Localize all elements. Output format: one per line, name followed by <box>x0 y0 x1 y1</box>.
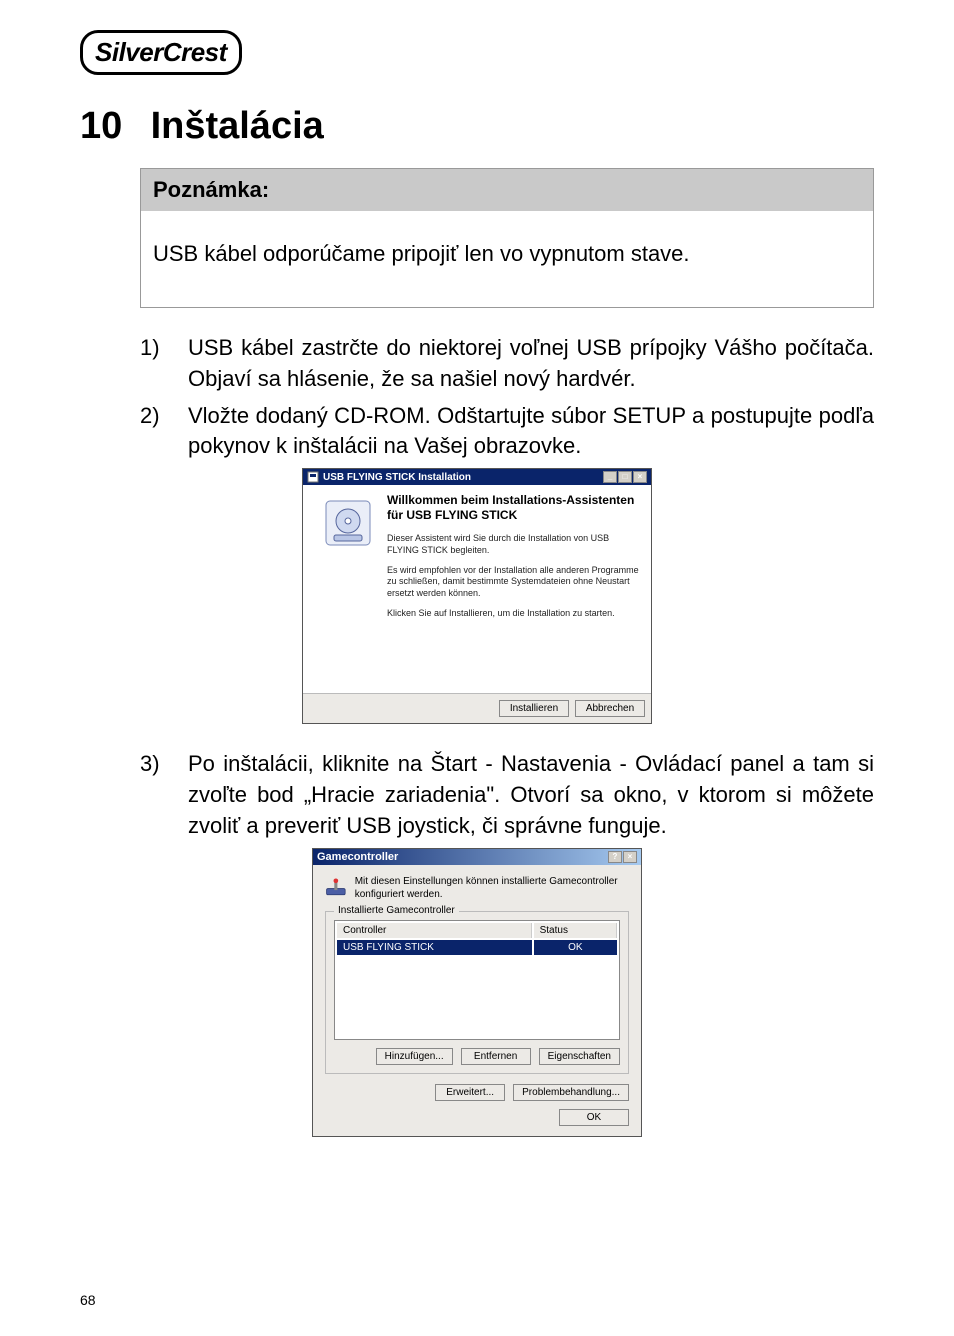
installer-footer: Installieren Abbrechen <box>303 693 651 723</box>
brand-logo: SilverCrest <box>80 30 242 75</box>
ordered-list: 3) Po inštalácii, kliknite na Štart - Na… <box>140 749 874 841</box>
cancel-button[interactable]: Abbrechen <box>575 700 645 717</box>
add-button[interactable]: Hinzufügen... <box>376 1048 453 1065</box>
controllers-fieldset: Installierte Gamecontroller Controller S… <box>325 911 629 1074</box>
installer-paragraph: Dieser Assistent wird Sie durch die Inst… <box>387 533 641 556</box>
screenshot-container: Gamecontroller ? × Mit diesen Einstellun… <box>80 848 874 1137</box>
installer-paragraph: Es wird empfohlen vor der Installation a… <box>387 565 641 600</box>
list-text: Vložte dodaný CD-ROM. Odštartujte súbor … <box>188 401 874 463</box>
table-spacer <box>337 957 617 1037</box>
list-marker: 2) <box>140 401 188 463</box>
gamecontroller-titlebar: Gamecontroller ? × <box>313 849 641 865</box>
installer-body: Willkommen beim Installations-Assistente… <box>303 485 651 693</box>
installer-dialog: USB FLYING STICK Installation _ □ × <box>302 468 652 724</box>
gamecontroller-description: Mit diesen Einstellungen können installi… <box>325 875 629 901</box>
screenshot-container: USB FLYING STICK Installation _ □ × <box>80 468 874 724</box>
list-item: 2) Vložte dodaný CD-ROM. Odštartujte súb… <box>140 401 874 463</box>
installer-paragraph: Klicken Sie auf Installieren, um die Ins… <box>387 608 641 620</box>
installer-content: Willkommen beim Installations-Assistente… <box>387 493 641 687</box>
troubleshoot-button[interactable]: Problembehandlung... <box>513 1084 629 1101</box>
installer-titlebar: USB FLYING STICK Installation _ □ × <box>303 469 651 485</box>
gamecontroller-body: Mit diesen Einstellungen können installi… <box>313 865 641 1136</box>
gamecontroller-dialog: Gamecontroller ? × Mit diesen Einstellun… <box>312 848 642 1137</box>
ordered-list: 1) USB kábel zastrčte do niektorej voľne… <box>140 333 874 462</box>
list-item: 1) USB kábel zastrčte do niektorej voľne… <box>140 333 874 395</box>
installer-graphic <box>309 493 387 687</box>
gamecontroller-desc-text: Mit diesen Einstellungen können installi… <box>355 875 629 901</box>
brand-logo-container: SilverCrest <box>80 30 874 75</box>
close-button[interactable]: × <box>623 851 637 863</box>
section-number: 10 <box>80 105 140 148</box>
page-number: 68 <box>80 1292 96 1308</box>
close-button[interactable]: × <box>633 471 647 483</box>
section-heading: 10 Inštalácia <box>80 105 874 148</box>
window-buttons: ? × <box>608 851 637 863</box>
note-body: USB kábel odporúčame pripojiť len vo vyp… <box>141 211 873 307</box>
installer-title-text: USB FLYING STICK Installation <box>323 472 471 483</box>
cell-controller: USB FLYING STICK <box>337 940 532 955</box>
minimize-button[interactable]: _ <box>603 471 617 483</box>
properties-button[interactable]: Eigenschaften <box>539 1048 620 1065</box>
table-row[interactable]: USB FLYING STICK OK <box>337 940 617 955</box>
button-row: OK <box>325 1109 629 1126</box>
installer-icon <box>307 471 319 483</box>
note-box: Poznámka: USB kábel odporúčame pripojiť … <box>140 168 874 308</box>
list-text: USB kábel zastrčte do niektorej voľnej U… <box>188 333 874 395</box>
button-row: Erweitert... Problembehandlung... <box>325 1084 629 1101</box>
window-buttons: _ □ × <box>603 471 647 483</box>
fieldset-legend: Installierte Gamecontroller <box>334 905 459 916</box>
help-button[interactable]: ? <box>608 851 622 863</box>
col-status: Status <box>534 923 617 938</box>
col-controller: Controller <box>337 923 532 938</box>
document-page: SilverCrest 10 Inštalácia Poznámka: USB … <box>0 0 954 1336</box>
joystick-icon <box>325 875 347 899</box>
ok-button[interactable]: OK <box>559 1109 629 1126</box>
maximize-button[interactable]: □ <box>618 471 632 483</box>
cd-icon <box>324 499 372 547</box>
list-marker: 1) <box>140 333 188 395</box>
controllers-table: Controller Status USB FLYING STICK OK <box>334 920 620 1040</box>
install-button[interactable]: Installieren <box>499 700 569 717</box>
advanced-button[interactable]: Erweitert... <box>435 1084 505 1101</box>
list-marker: 3) <box>140 749 188 841</box>
note-header: Poznámka: <box>141 169 873 211</box>
table-header-row: Controller Status <box>337 923 617 938</box>
installer-heading: Willkommen beim Installations-Assistente… <box>387 493 641 523</box>
list-text: Po inštalácii, kliknite na Štart - Nasta… <box>188 749 874 841</box>
list-item: 3) Po inštalácii, kliknite na Štart - Na… <box>140 749 874 841</box>
button-row: Hinzufügen... Entfernen Eigenschaften <box>334 1048 620 1065</box>
remove-button[interactable]: Entfernen <box>461 1048 531 1065</box>
cell-status: OK <box>534 940 617 955</box>
section-title: Inštalácia <box>151 105 324 147</box>
gamecontroller-title-text: Gamecontroller <box>317 851 398 863</box>
